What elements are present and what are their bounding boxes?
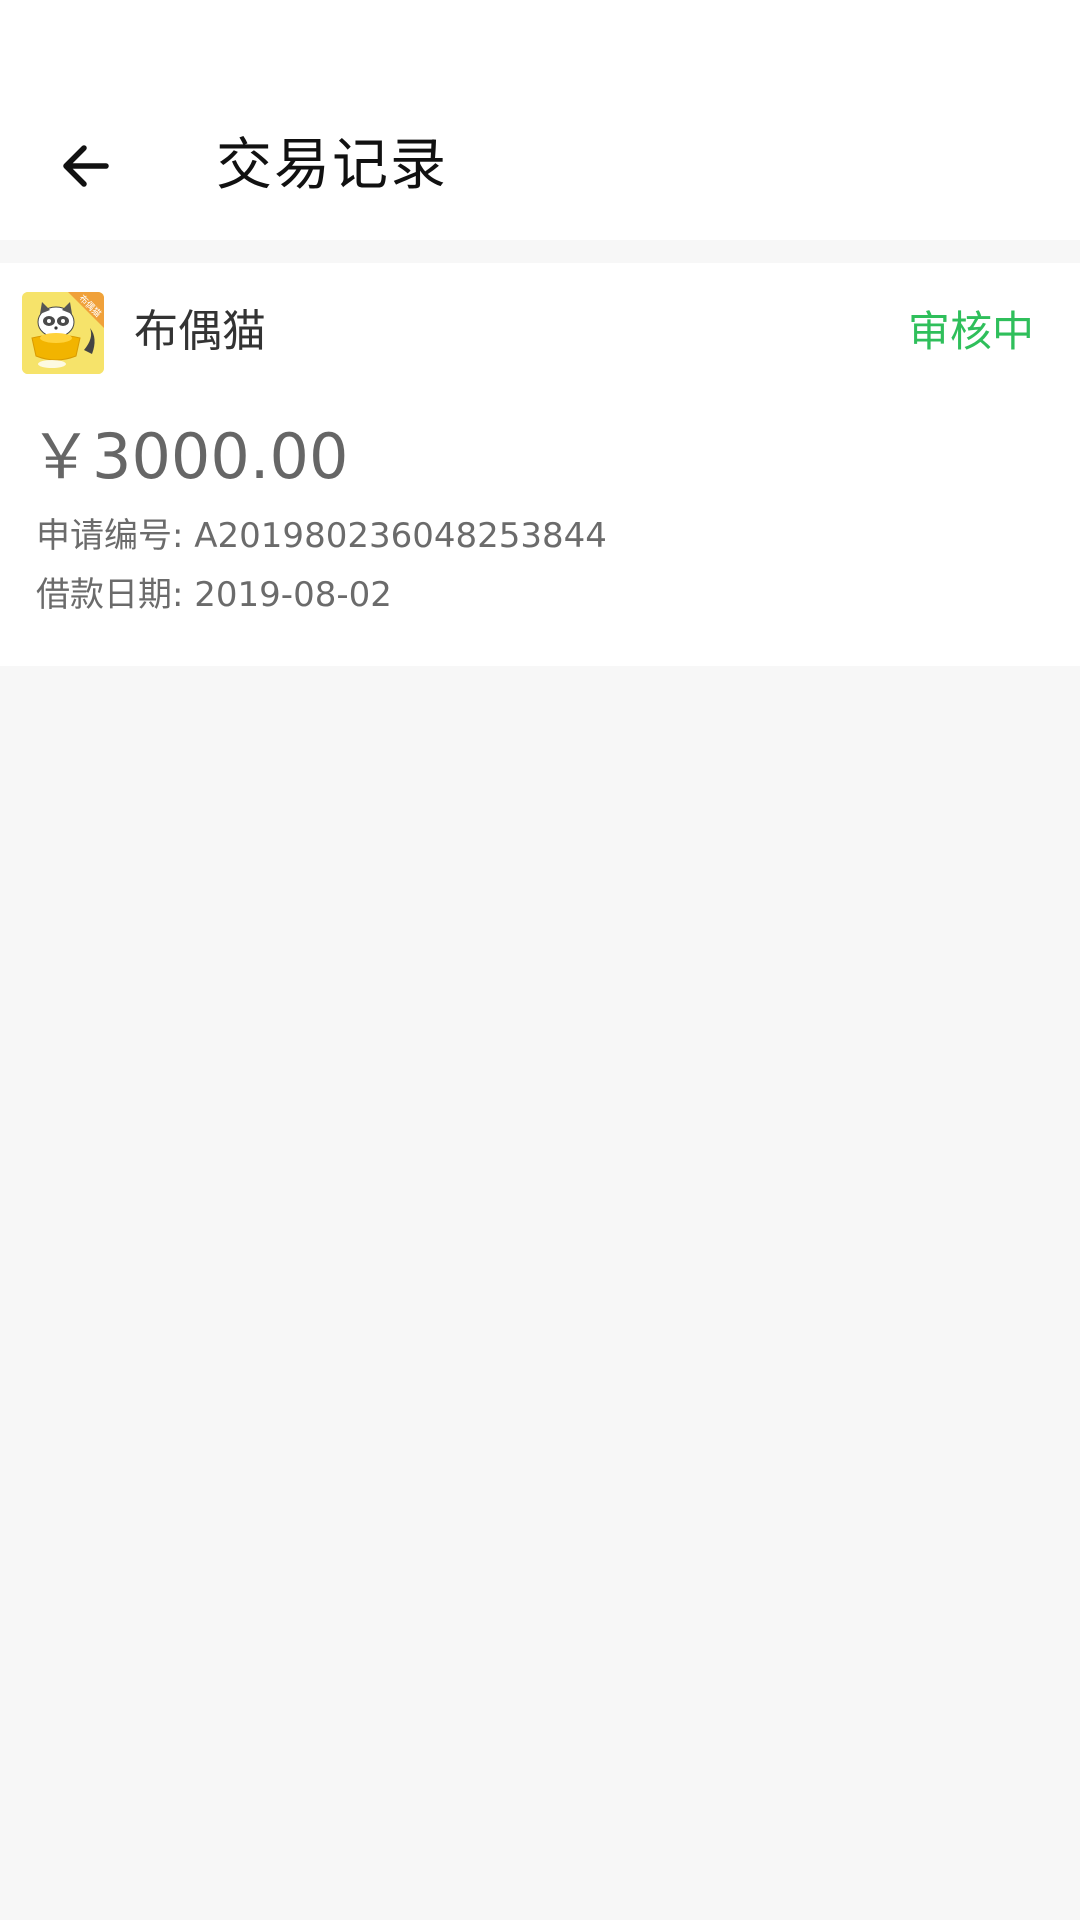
application-number-row: 申请编号: A201980236048253844	[36, 508, 607, 564]
application-number-value: A201980236048253844	[194, 516, 607, 556]
loan-date-label: 借款日期:	[36, 575, 184, 615]
status-bar	[0, 0, 1080, 84]
page-title: 交易记录	[216, 133, 448, 198]
app-header: 交易记录	[0, 84, 1080, 240]
raccoon-cat-logo-icon: 布偶猫	[22, 292, 104, 374]
back-button[interactable]	[40, 122, 128, 210]
loan-date-row: 借款日期: 2019-08-02	[36, 567, 392, 623]
loan-amount: ￥3000.00	[30, 420, 349, 493]
status-badge: 审核中	[907, 307, 1034, 356]
loan-date-value: 2019-08-02	[194, 575, 392, 615]
application-number-label: 申请编号:	[36, 516, 184, 556]
app-logo: 布偶猫	[22, 292, 104, 374]
arrow-left-icon	[63, 145, 109, 187]
app-name: 布偶猫	[134, 306, 266, 357]
transaction-card[interactable]: 布偶猫 布偶猫 审核中 ￥3000.00 申请编号: A201980236048…	[0, 263, 1080, 666]
